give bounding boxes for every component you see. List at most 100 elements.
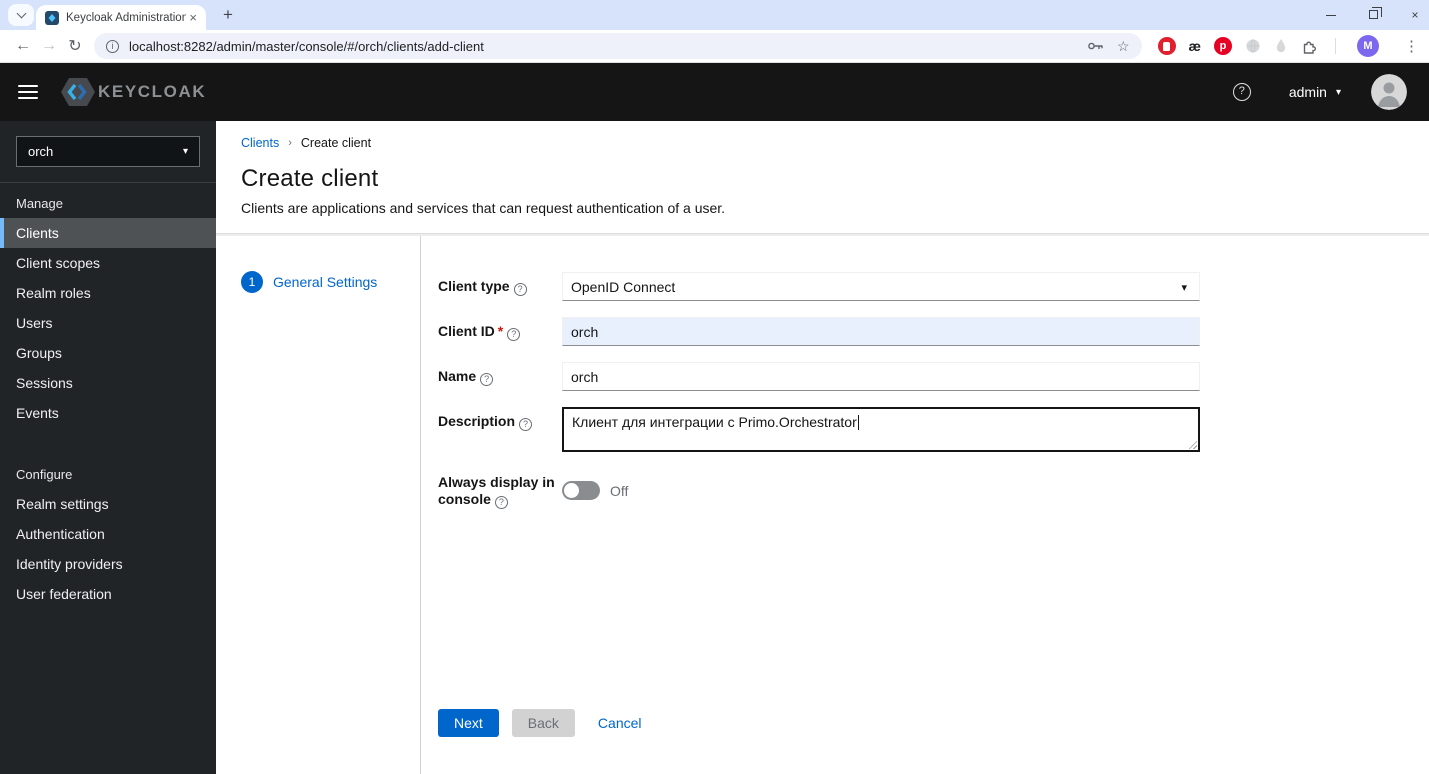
keycloak-logo-icon <box>61 78 95 106</box>
client-id-help-icon[interactable]: ? <box>507 328 521 341</box>
browser-tab[interactable]: Keycloak Administration Console × <box>36 5 206 30</box>
always-display-toggle[interactable] <box>562 481 600 500</box>
breadcrumb-current: Create client <box>300 136 372 150</box>
omnibox-right-icons: ☆ <box>1087 38 1130 55</box>
sidebar-item-client-scopes[interactable]: Client scopes <box>0 248 216 278</box>
caret-down-icon: ▾ <box>1335 86 1341 98</box>
hamburger-menu-icon[interactable] <box>18 81 38 103</box>
help-icon[interactable]: ? <box>1232 83 1251 101</box>
bookmark-star-icon[interactable]: ☆ <box>1117 38 1130 55</box>
manage-section-label: Manage <box>16 196 63 211</box>
tab-title: Keycloak Administration Console <box>66 11 187 24</box>
keycloak-favicon <box>45 10 59 25</box>
breadcrumb-separator-icon: › <box>288 137 292 149</box>
sidebar-item-identity-providers[interactable]: Identity providers <box>0 549 216 579</box>
droplet-extension-icon[interactable] <box>1274 38 1288 54</box>
realm-name: orch <box>28 144 54 159</box>
sidebar-item-events[interactable]: Events <box>0 398 216 428</box>
client-type-label: Client type? <box>438 272 562 301</box>
page-header: Clients › Create client Create client Cl… <box>216 121 1429 233</box>
browser-tab-strip: Keycloak Administration Console × + × <box>0 0 1429 30</box>
client-type-help-icon[interactable]: ? <box>513 283 527 296</box>
wizard-steps-nav: 1 General Settings <box>216 236 420 774</box>
user-menu[interactable]: admin ▾ <box>1289 84 1341 100</box>
description-value: Клиент для интеграции с Primo.Orchestrat… <box>572 414 857 430</box>
sidebar-item-realm-settings[interactable]: Realm settings <box>0 489 216 519</box>
new-tab-button[interactable]: + <box>216 3 240 27</box>
keycloak-masthead: KEYCLOAK ? admin ▾ <box>0 63 1429 121</box>
text-cursor <box>857 415 859 430</box>
globe-extension-icon[interactable] <box>1245 38 1261 54</box>
wizard-step-general-settings[interactable]: 1 General Settings <box>241 271 420 293</box>
wizard-actions: Next Back Cancel <box>438 709 1429 774</box>
extensions-puzzle-icon[interactable] <box>1301 38 1318 55</box>
always-display-row: Always display in console? Off <box>438 468 1429 509</box>
address-bar[interactable]: i localhost:8282/admin/master/console/#/… <box>94 33 1142 59</box>
name-input[interactable] <box>562 362 1200 391</box>
page-title: Create client <box>241 165 379 192</box>
always-display-help-icon[interactable]: ? <box>494 496 508 509</box>
client-type-select[interactable]: OpenID Connect <box>562 272 1200 301</box>
name-row: Name? <box>438 362 1429 391</box>
configure-section-label: Configure <box>16 467 73 482</box>
window-close-button[interactable]: × <box>1407 8 1423 22</box>
sidebar-item-sessions[interactable]: Sessions <box>0 368 216 398</box>
description-help-icon[interactable]: ? <box>519 418 533 431</box>
minimize-icon <box>1326 15 1336 16</box>
main-content: Clients › Create client Create client Cl… <box>216 121 1429 774</box>
realm-selector[interactable]: orch ▾ <box>16 136 200 167</box>
ae-extension-icon[interactable]: æ <box>1189 38 1201 54</box>
window-minimize-button[interactable] <box>1323 8 1339 22</box>
step-number-badge: 1 <box>241 271 263 293</box>
sidebar-item-users[interactable]: Users <box>0 308 216 338</box>
wizard-form: Client type? OpenID Connect ▾ Client ID *… <box>420 236 1429 774</box>
username-label: admin <box>1288 84 1327 100</box>
name-help-icon[interactable]: ? <box>480 373 494 386</box>
browser-profile-avatar[interactable]: M <box>1357 35 1379 57</box>
keycloak-brand[interactable]: KEYCLOAK <box>60 76 206 108</box>
description-textarea[interactable]: Клиент для интеграции с Primo.Orchestrat… <box>562 407 1200 452</box>
password-key-icon[interactable] <box>1087 40 1105 52</box>
breadcrumb: Clients › Create client <box>241 136 1405 150</box>
back-button[interactable]: Back <box>511 709 575 737</box>
toggle-state-label: Off <box>610 482 629 499</box>
window-restore-button[interactable] <box>1365 7 1382 22</box>
next-button[interactable]: Next <box>438 709 499 737</box>
client-id-input[interactable] <box>562 317 1200 346</box>
extensions-row: æ p M ⋮ <box>1157 35 1419 57</box>
breadcrumb-clients-link[interactable]: Clients <box>241 136 279 150</box>
page-subtitle: Clients are applications and services th… <box>241 200 726 216</box>
app-body: orch ▾ Manage Clients Client scopes Real… <box>0 121 1429 774</box>
client-type-value: OpenID Connect <box>571 278 676 295</box>
required-asterisk: * <box>497 323 504 339</box>
caret-down-icon: ▾ <box>182 146 188 157</box>
sidebar-item-groups[interactable]: Groups <box>0 338 216 368</box>
step-label: General Settings <box>273 274 378 290</box>
avatar[interactable] <box>1371 74 1407 110</box>
hand-icon <box>1163 41 1171 51</box>
keycloak-wordmark: KEYCLOAK <box>98 82 207 101</box>
chevron-down-icon <box>16 8 26 19</box>
sidebar-item-realm-roles[interactable]: Realm roles <box>0 278 216 308</box>
tab-close-icon[interactable]: × <box>186 10 200 25</box>
client-id-row: Client ID *? <box>438 317 1429 346</box>
client-type-row: Client type? OpenID Connect ▾ <box>438 272 1429 301</box>
person-icon <box>1371 74 1407 110</box>
site-info-icon[interactable]: i <box>106 39 119 53</box>
resize-handle[interactable] <box>1188 440 1197 449</box>
cancel-button[interactable]: Cancel <box>598 715 642 731</box>
sidebar-item-user-federation[interactable]: User federation <box>0 579 216 609</box>
restore-icon <box>1368 7 1382 19</box>
url-text[interactable]: localhost:8282/admin/master/console/#/or… <box>129 39 1079 54</box>
tab-search-button[interactable] <box>8 4 34 26</box>
create-client-wizard: 1 General Settings Client type? OpenID C… <box>216 236 1429 774</box>
reload-icon[interactable]: ↻ <box>62 36 88 56</box>
adblock-hand-extension-icon[interactable] <box>1157 37 1176 55</box>
p-badge-extension-icon[interactable]: p <box>1214 37 1232 55</box>
forward-icon[interactable]: → <box>36 37 62 55</box>
sidebar-item-authentication[interactable]: Authentication <box>0 519 216 549</box>
sidebar-item-clients[interactable]: Clients <box>0 218 216 248</box>
back-icon[interactable]: ← <box>10 37 36 55</box>
description-row: Description? Клиент для интеграции с Pri… <box>438 407 1429 452</box>
browser-menu-icon[interactable]: ⋮ <box>1404 37 1419 55</box>
